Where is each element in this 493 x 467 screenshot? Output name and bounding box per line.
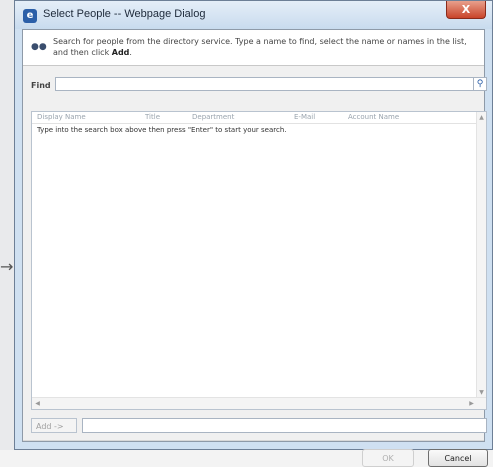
scroll-down-icon[interactable]: ▼ (477, 388, 486, 397)
instructions-text: Search for people from the directory ser… (53, 36, 476, 58)
select-people-dialog: e Select People -- Webpage Dialog X ●● S… (14, 0, 493, 467)
ie-icon: e (23, 9, 37, 23)
results-column-header: Display Name Title Department E-Mail Acc… (32, 112, 486, 124)
column-department[interactable]: Department (192, 112, 234, 123)
close-button[interactable]: X (446, 1, 486, 19)
instructions-add-word: Add (111, 48, 130, 57)
column-email[interactable]: E-Mail (294, 112, 315, 123)
instructions-header: ●● Search for people from the directory … (23, 30, 484, 66)
cancel-button[interactable]: Cancel (428, 449, 488, 467)
find-label: Find (31, 81, 51, 90)
vertical-scrollbar[interactable]: ▲ ▼ (476, 112, 486, 398)
column-display-name[interactable]: Display Name (37, 112, 86, 123)
scroll-up-icon[interactable]: ▲ (477, 113, 486, 122)
close-icon: X (461, 3, 471, 16)
column-title[interactable]: Title (145, 112, 160, 123)
horizontal-scrollbar[interactable]: ◀ ▶ (32, 397, 486, 409)
scroll-right-icon[interactable]: ▶ (467, 398, 476, 409)
dialog-title: Select People -- Webpage Dialog (43, 8, 206, 20)
title-bar[interactable]: e Select People -- Webpage Dialog X (15, 1, 492, 29)
scroll-left-icon[interactable]: ◀ (33, 398, 42, 409)
add-button[interactable]: Add -> (31, 418, 77, 433)
selected-names-field[interactable] (82, 418, 487, 433)
ok-button[interactable]: OK (362, 449, 414, 467)
search-icon: ⚲ (476, 79, 484, 89)
dialog-content: ●● Search for people from the directory … (22, 29, 488, 467)
search-button[interactable]: ⚲ (474, 77, 487, 91)
column-account-name[interactable]: Account Name (348, 112, 399, 123)
footer-divider (23, 440, 484, 441)
search-hint: Type into the search box above then pres… (37, 126, 287, 134)
results-list[interactable]: Display Name Title Department E-Mail Acc… (31, 111, 487, 410)
people-icon: ●● (31, 42, 47, 52)
instructions-end: . (129, 48, 132, 57)
arrow-icon: → (0, 257, 14, 276)
find-input[interactable] (55, 77, 474, 91)
